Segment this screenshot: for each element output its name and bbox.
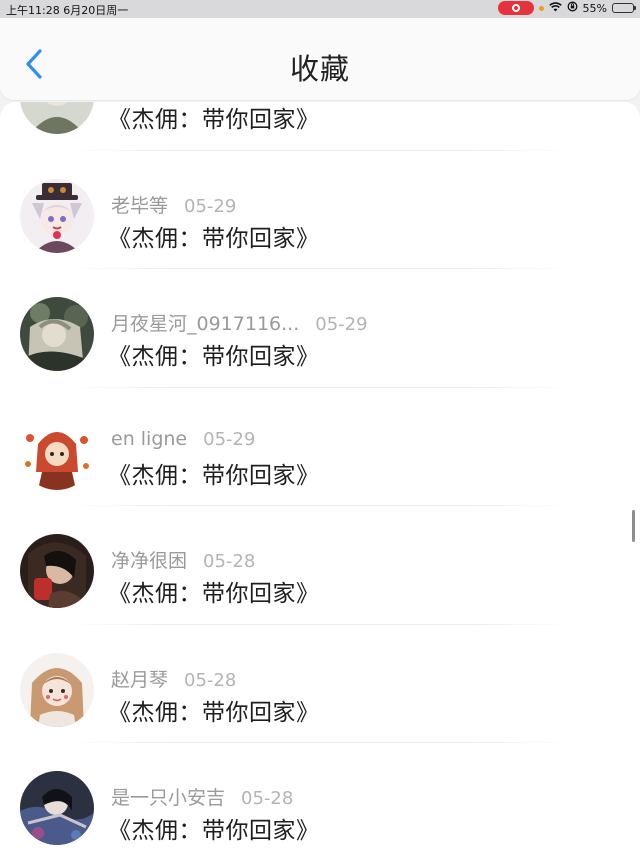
favorites-list: 《杰佣：带你回家》 老毕等 05-29 《杰佣：带你回家》 月夜星河_09171… <box>0 102 640 853</box>
item-date: 05-28 <box>241 788 294 809</box>
battery-icon <box>612 3 636 13</box>
mic-indicator-icon <box>538 5 544 11</box>
avatar[interactable] <box>20 297 94 371</box>
avatar[interactable] <box>20 771 94 845</box>
list-item[interactable]: en ligne 05-29 《杰佣：带你回家》 <box>0 388 640 506</box>
orientation-lock-icon <box>567 1 578 15</box>
status-bar: 上午11:28 6月20日周一 55% <box>0 0 640 18</box>
user-name[interactable]: 是一只小安吉 <box>111 783 225 810</box>
avatar[interactable] <box>20 178 94 253</box>
app-screen: 上午11:28 6月20日周一 55% 收藏 《杰佣：带你回家》 老毕等 05-… <box>0 0 640 853</box>
avatar[interactable] <box>20 652 94 727</box>
list-item[interactable]: 《杰佣：带你回家》 <box>0 102 640 151</box>
item-title[interactable]: 《杰佣：带你回家》 <box>108 693 320 727</box>
item-meta: 月夜星河_0917116... 05-29 <box>111 309 368 336</box>
avatar[interactable] <box>20 534 94 608</box>
list-item[interactable]: 老毕等 05-29 《杰佣：带你回家》 <box>0 151 640 269</box>
user-name[interactable]: 老毕等 <box>111 191 168 218</box>
list-item[interactable]: 赵月琴 05-28 《杰佣：带你回家》 <box>0 625 640 743</box>
status-icons: 55% <box>497 1 636 15</box>
item-title[interactable]: 《杰佣：带你回家》 <box>108 102 320 134</box>
scrollbar[interactable] <box>632 510 635 542</box>
item-meta: 净净很困 05-28 <box>111 546 255 573</box>
item-date: 05-29 <box>315 314 368 335</box>
status-time-date: 上午11:28 6月20日周一 <box>6 4 129 17</box>
item-meta: 老毕等 05-29 <box>111 191 236 218</box>
screen-recording-icon[interactable] <box>497 1 534 15</box>
item-meta: en ligne 05-29 <box>111 428 255 450</box>
wifi-icon <box>548 1 562 15</box>
battery-percent: 55% <box>582 1 607 15</box>
avatar[interactable] <box>20 415 94 490</box>
user-name[interactable]: 净净很困 <box>111 546 187 573</box>
favorites-content[interactable]: 《杰佣：带你回家》 老毕等 05-29 《杰佣：带你回家》 月夜星河_09171… <box>0 102 640 853</box>
item-date: 05-28 <box>203 551 256 572</box>
page-title: 收藏 <box>289 52 350 86</box>
item-meta: 是一只小安吉 05-28 <box>111 783 293 810</box>
list-item[interactable]: 是一只小安吉 05-28 《杰佣：带你回家》 <box>0 743 640 853</box>
avatar[interactable] <box>20 102 94 134</box>
user-name[interactable]: en ligne <box>111 428 187 450</box>
item-title[interactable]: 《杰佣：带你回家》 <box>108 337 320 371</box>
list-item[interactable]: 月夜星河_0917116... 05-29 《杰佣：带你回家》 <box>0 269 640 388</box>
item-title[interactable]: 《杰佣：带你回家》 <box>108 811 320 845</box>
user-name[interactable]: 赵月琴 <box>111 665 168 692</box>
nav-bar: 收藏 <box>0 18 640 100</box>
user-name[interactable]: 月夜星河_0917116... <box>111 309 299 336</box>
item-title[interactable]: 《杰佣：带你回家》 <box>108 219 320 253</box>
item-date: 05-29 <box>203 428 256 450</box>
item-title[interactable]: 《杰佣：带你回家》 <box>108 574 320 608</box>
item-date: 05-29 <box>184 195 237 217</box>
item-title[interactable]: 《杰佣：带你回家》 <box>108 456 320 490</box>
item-meta: 赵月琴 05-28 <box>111 665 236 692</box>
list-item[interactable]: 净净很困 05-28 《杰佣：带你回家》 <box>0 506 640 625</box>
item-date: 05-28 <box>184 669 237 691</box>
